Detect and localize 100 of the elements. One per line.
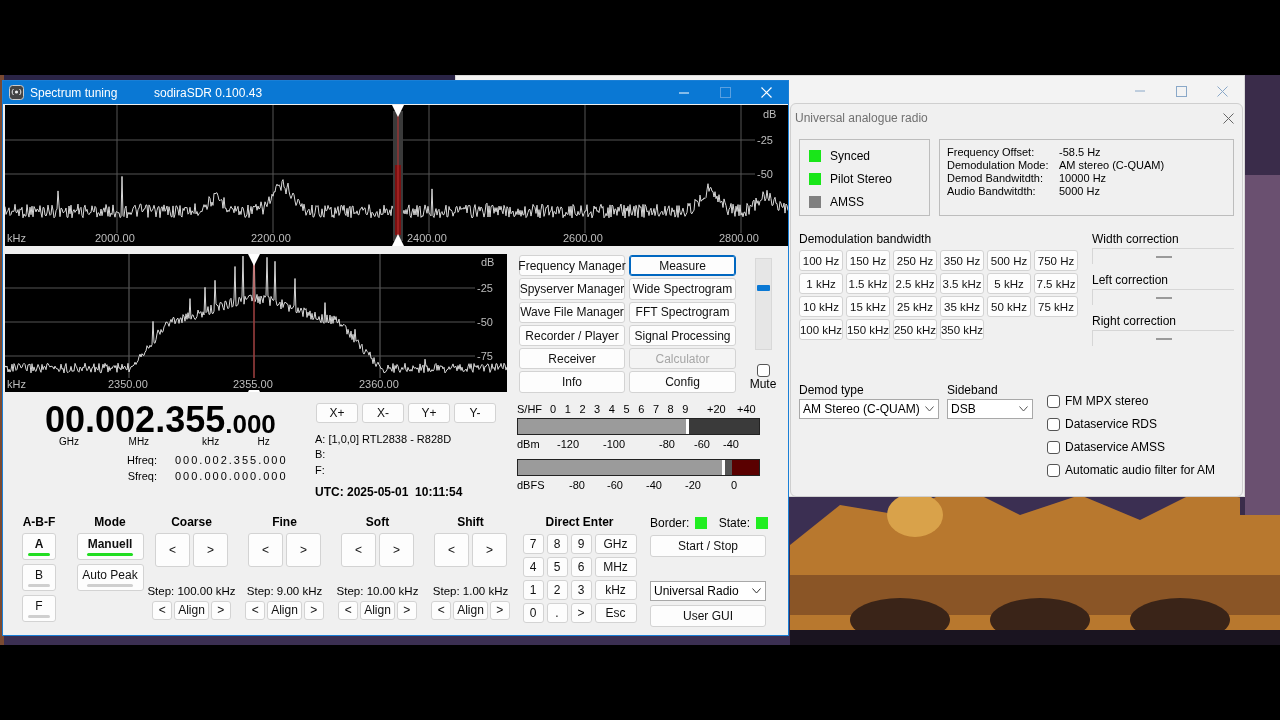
keypad-key[interactable]: 8 — [546, 533, 568, 554]
tuning-marker[interactable] — [392, 105, 404, 246]
bandwidth-button[interactable]: 7.5 kHz — [1034, 273, 1078, 294]
mode-button[interactable]: Manuell — [76, 532, 144, 560]
step-button[interactable]: < — [245, 600, 266, 620]
axis-label: 2000.00 — [95, 232, 135, 244]
tool-button[interactable]: FFT Spectrogram — [629, 301, 736, 323]
bandwidth-button[interactable]: 500 Hz — [987, 250, 1031, 271]
tool-button[interactable]: Wide Spectrogram — [629, 278, 736, 300]
keypad-key[interactable]: 6 — [570, 556, 592, 577]
bandwidth-button[interactable]: 750 Hz — [1034, 250, 1078, 271]
bandwidth-button[interactable]: 50 kHz — [987, 296, 1031, 317]
step-button[interactable]: > — [489, 600, 510, 620]
step-button[interactable]: > — [210, 600, 231, 620]
bandwidth-button[interactable]: 100 kHz — [799, 319, 843, 340]
tool-button[interactable]: Info — [519, 371, 625, 393]
align-button[interactable]: Align — [174, 600, 209, 620]
zoom-button[interactable]: X- — [362, 402, 404, 423]
tool-button[interactable]: Receiver — [519, 348, 625, 370]
bandwidth-button[interactable]: 3.5 kHz — [940, 273, 984, 294]
sideband-dropdown[interactable]: DSB — [947, 399, 1033, 419]
bandwidth-button[interactable]: 150 Hz — [846, 250, 890, 271]
correction-slider[interactable] — [1092, 248, 1234, 264]
keypad-key[interactable]: MHz — [594, 556, 637, 577]
keypad-key[interactable]: 9 — [570, 533, 592, 554]
mute-checkbox[interactable] — [756, 364, 770, 377]
step-button[interactable]: < — [434, 532, 469, 567]
tool-button[interactable]: Signal Processing — [629, 324, 736, 347]
step-button[interactable]: > — [286, 532, 321, 567]
keypad-key[interactable]: 1 — [522, 579, 544, 600]
bandwidth-button[interactable]: 250 Hz — [893, 250, 937, 271]
checkbox[interactable] — [1047, 417, 1060, 431]
step-button[interactable]: > — [396, 600, 417, 620]
keypad-key[interactable]: > — [570, 602, 592, 623]
keypad-key[interactable]: . — [546, 602, 568, 623]
checkbox[interactable] — [1047, 463, 1060, 477]
tool-button[interactable]: Wave File Manager — [519, 301, 625, 323]
checkbox[interactable] — [1047, 394, 1060, 408]
keypad-key[interactable]: 0 — [522, 602, 544, 623]
zoom-button[interactable]: Y- — [454, 402, 496, 423]
step-button[interactable]: > — [193, 532, 228, 567]
info-value: 5000 Hz — [1059, 185, 1101, 197]
tool-button[interactable]: Measure — [629, 255, 736, 277]
bandwidth-button[interactable]: 25 kHz — [893, 296, 937, 317]
keypad-key[interactable]: 3 — [570, 579, 592, 600]
step-button[interactable]: < — [341, 532, 376, 567]
bandwidth-button[interactable]: 250 kHz — [893, 319, 937, 340]
step-button[interactable]: < — [338, 600, 359, 620]
volume-slider[interactable] — [754, 258, 772, 350]
keypad-key[interactable]: 5 — [546, 556, 568, 577]
keypad-key[interactable]: GHz — [594, 533, 637, 554]
keypad-key[interactable]: 7 — [522, 533, 544, 554]
step-button[interactable]: < — [248, 532, 283, 567]
channel-button[interactable]: F — [22, 594, 56, 622]
bandwidth-button[interactable]: 150 kHz — [846, 319, 890, 340]
step-button[interactable]: < — [152, 600, 173, 620]
checkbox[interactable] — [1047, 440, 1060, 454]
align-button[interactable]: Align — [453, 600, 488, 620]
start-stop-button[interactable]: Start / Stop — [650, 534, 766, 557]
align-button[interactable]: Align — [360, 600, 395, 620]
bandwidth-button[interactable]: 100 Hz — [799, 250, 843, 271]
channel-button[interactable]: A — [22, 532, 56, 560]
bandwidth-button[interactable]: 350 Hz — [940, 250, 984, 271]
step-button[interactable]: < — [431, 600, 452, 620]
channel-button[interactable]: B — [22, 563, 56, 591]
step-button[interactable]: > — [303, 600, 324, 620]
tool-button[interactable]: Spyserver Manager — [519, 278, 625, 300]
bandwidth-button[interactable]: 75 kHz — [1034, 296, 1078, 317]
align-button[interactable]: Align — [267, 600, 302, 620]
keypad-key[interactable]: 4 — [522, 556, 544, 577]
step-button[interactable]: > — [472, 532, 507, 567]
bandwidth-button[interactable]: 15 kHz — [846, 296, 890, 317]
keypad-key[interactable]: kHz — [594, 579, 637, 600]
chevron-down-icon[interactable] — [1019, 406, 1028, 412]
chevron-down-icon[interactable] — [925, 406, 934, 412]
radio-dropdown[interactable]: Universal Radio — [650, 580, 766, 601]
bandwidth-button[interactable]: 2.5 kHz — [893, 273, 937, 294]
zoom-button[interactable]: Y+ — [408, 402, 450, 423]
bandwidth-button[interactable]: 5 kHz — [987, 273, 1031, 294]
step-button[interactable]: > — [379, 532, 414, 567]
bandwidth-button[interactable]: 350 kHz — [940, 319, 984, 340]
close-icon[interactable] — [1223, 112, 1234, 124]
tool-button[interactable]: Config — [629, 371, 736, 393]
tool-button[interactable]: Frequency Manager — [519, 255, 625, 277]
step-button[interactable]: < — [155, 532, 190, 567]
demod-type-dropdown[interactable]: AM Stereo (C-QUAM) — [799, 399, 939, 419]
slider-thumb[interactable] — [756, 284, 770, 291]
tool-button[interactable]: Recorder / Player — [519, 324, 625, 347]
correction-slider[interactable] — [1092, 289, 1234, 305]
keypad-key[interactable]: Esc — [594, 602, 637, 623]
chevron-down-icon[interactable] — [752, 587, 761, 594]
correction-slider[interactable] — [1092, 330, 1234, 346]
bandwidth-button[interactable]: 35 kHz — [940, 296, 984, 317]
bandwidth-button[interactable]: 1 kHz — [799, 273, 843, 294]
zoom-button[interactable]: X+ — [316, 402, 358, 423]
user-gui-button[interactable]: User GUI — [650, 604, 766, 627]
bandwidth-button[interactable]: 10 kHz — [799, 296, 843, 317]
bandwidth-button[interactable]: 1.5 kHz — [846, 273, 890, 294]
keypad-key[interactable]: 2 — [546, 579, 568, 600]
mode-button[interactable]: Auto Peak — [76, 563, 144, 591]
